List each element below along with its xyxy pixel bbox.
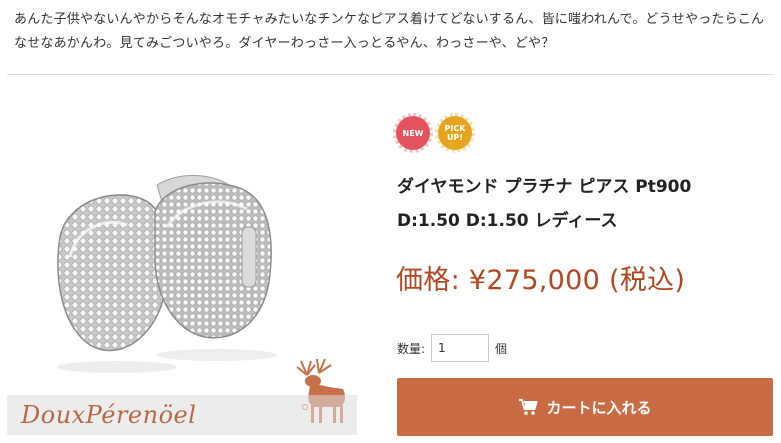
product-title: ダイヤモンド プラチナ ピアス Pt900 D:1.50 D:1.50 レディー… [397, 170, 777, 238]
divider [7, 74, 774, 75]
earrings-illustration [57, 175, 345, 423]
product-price: 価格: ¥275,000 (税込) [396, 265, 686, 296]
pick-up-badge-label: PICK UP! [445, 124, 466, 142]
product-title-line2: D:1.50 D:1.50 レディース [397, 211, 618, 231]
pick-up-badge: PICK UP! [435, 113, 475, 153]
quantity-label: 数量: [397, 341, 426, 356]
badges: NEW PICK UP! [393, 113, 475, 153]
shopping-cart-icon [519, 399, 538, 415]
pick-up-badge-line2: UP! [446, 133, 463, 142]
quantity-unit: 個 [495, 341, 508, 356]
new-badge: NEW [393, 113, 433, 153]
quantity-row: 数量: 個 [397, 334, 507, 362]
product-image[interactable]: DouxPérenöel [7, 117, 357, 435]
pick-up-badge-line1: PICK [444, 124, 466, 133]
product-title-line1: ダイヤモンド プラチナ ピアス Pt900 [397, 177, 692, 197]
add-to-cart-button[interactable]: カートに入れる [397, 378, 773, 436]
quantity-input[interactable] [431, 334, 490, 362]
add-to-cart-label: カートに入れる [546, 398, 652, 417]
intro-text: あんた子供やないんやからそんなオモチャみたいなチンケなピアス着けてどないするん、… [14, 12, 765, 51]
new-badge-label: NEW [402, 128, 424, 138]
brand-watermark: DouxPérenöel [21, 401, 197, 429]
